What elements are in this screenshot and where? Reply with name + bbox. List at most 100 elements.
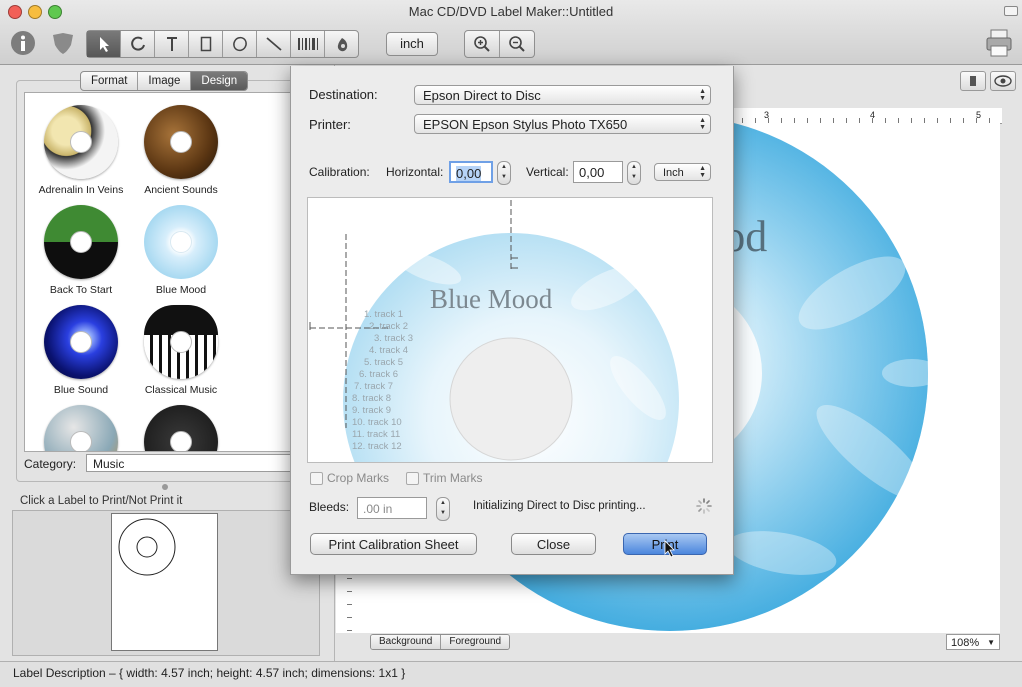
design-thumb-adrenalin-in-veins[interactable]: Adrenalin In Veins: [31, 105, 131, 196]
design-thumb-classical-music[interactable]: Classical Music: [131, 305, 231, 396]
mouse-cursor-icon: [664, 540, 678, 558]
design-thumb-partial[interactable]: [31, 405, 131, 451]
track-item: 6. track 6: [359, 369, 399, 380]
print-calibration-sheet-button[interactable]: Print Calibration Sheet: [310, 533, 477, 555]
close-button[interactable]: Close: [511, 533, 596, 555]
vertical-value: 0,00: [579, 165, 605, 180]
design-thumb-blue-mood[interactable]: Blue Mood: [131, 205, 231, 296]
track-item: 9. track 9: [352, 405, 392, 416]
splitter-handle[interactable]: [162, 484, 168, 490]
curve-tool-icon[interactable]: [121, 31, 155, 57]
trim-marks-label: Trim Marks: [423, 471, 483, 485]
print-selection-hint: Click a Label to Print/Not Print it: [20, 495, 183, 507]
printer-value: EPSON Epson Stylus Photo TX650: [423, 117, 628, 132]
track-list: 1. track 1 2. track 2 3. track 3 4. track 4…: [352, 309, 413, 453]
updown-arrows-icon: ▲ ▼: [699, 88, 706, 102]
select-tool-icon[interactable]: [87, 31, 121, 57]
crop-marks-checkbox[interactable]: [310, 472, 323, 485]
disc-image: [144, 205, 218, 279]
destination-select[interactable]: Epson Direct to Disc ▲ ▼: [414, 85, 711, 105]
bleeds-value: .00 in: [363, 502, 393, 516]
zoom-value: 108%: [951, 637, 980, 649]
tab-background[interactable]: Background: [371, 635, 442, 649]
layout-toggle-icon[interactable]: [960, 71, 986, 91]
zoom-controls: [464, 30, 535, 58]
eye-icon[interactable]: [990, 71, 1016, 91]
track-item: 1. track 1: [364, 309, 404, 320]
calibration-unit-value: Inch: [663, 167, 684, 179]
design-thumb-ancient-sounds[interactable]: Ancient Sounds: [131, 105, 231, 196]
trim-marks-checkbox[interactable]: [406, 472, 419, 485]
drawing-tools: [86, 30, 359, 58]
toolbar-toggle-button[interactable]: [1004, 6, 1018, 16]
design-label: Blue Mood: [155, 284, 207, 296]
category-label: Category:: [24, 457, 77, 471]
track-item: 10. track 10: [352, 417, 402, 428]
printer-icon[interactable]: [984, 28, 1014, 58]
layer-tabs: Background Foreground: [370, 634, 511, 650]
bleeds-stepper[interactable]: ▲ ▼: [436, 497, 450, 521]
updown-arrows-icon: ▲ ▼: [699, 165, 706, 179]
track-item: 3. track 3: [374, 333, 414, 344]
view-buttons: [960, 71, 1016, 91]
design-label: Adrenalin In Veins: [38, 184, 124, 196]
horizontal-value: 0,00: [456, 166, 482, 181]
bleeds-label: Bleeds:: [309, 500, 350, 514]
track-item: 8. track 8: [352, 393, 392, 404]
destination-value: Epson Direct to Disc: [423, 88, 541, 103]
calibration-preview: Blue Mood 1. track 1 2. track 2 3. track 3…: [307, 197, 713, 463]
zoom-in-icon[interactable]: [465, 31, 500, 57]
track-item: 12. track 12: [352, 441, 402, 452]
printer-select[interactable]: EPSON Epson Stylus Photo TX650 ▲ ▼: [414, 114, 711, 134]
track-item: 7. track 7: [354, 381, 394, 392]
barcode-tool-icon[interactable]: [291, 31, 325, 57]
tab-design[interactable]: Design: [191, 72, 248, 90]
design-label: Blue Sound: [53, 384, 109, 396]
line-tool-icon[interactable]: [257, 31, 291, 57]
print-status-text: Initializing Direct to Disc printing...: [473, 500, 646, 512]
design-thumb-back-to-start[interactable]: Back To Start: [31, 205, 131, 296]
horizontal-field[interactable]: 0,00: [449, 161, 493, 183]
zoom-select[interactable]: 108% ▼: [946, 634, 1000, 650]
bleeds-field[interactable]: .00 in: [357, 497, 427, 519]
preview-disc-title: Blue Mood: [430, 284, 553, 314]
disc-image: [44, 405, 118, 451]
design-label: Classical Music: [144, 384, 218, 396]
tab-image[interactable]: Image: [138, 72, 192, 90]
crop-marks-label: Crop Marks: [327, 471, 390, 485]
unit-button[interactable]: inch: [386, 32, 438, 56]
disc-image: [44, 105, 118, 179]
spinner-icon: [696, 498, 712, 514]
calibration-label: Calibration:: [309, 165, 370, 179]
vertical-field[interactable]: 0,00: [573, 161, 623, 183]
zoom-out-icon[interactable]: [500, 31, 534, 57]
panel-tabs: Format Image Design: [80, 71, 249, 91]
fill-tool-icon[interactable]: [325, 31, 358, 57]
vertical-label: Vertical:: [526, 165, 569, 179]
design-thumb-blue-sound[interactable]: Blue Sound: [31, 305, 131, 396]
disc-image: [144, 105, 218, 179]
track-item: 2. track 2: [369, 321, 409, 332]
disc-image: [144, 305, 218, 379]
track-item: 4. track 4: [369, 345, 409, 356]
calibration-unit-select[interactable]: Inch ▲ ▼: [654, 163, 711, 181]
horizontal-stepper[interactable]: ▲ ▼: [497, 161, 511, 185]
window-title: Mac CD/DVD Label Maker::Untitled: [408, 4, 614, 19]
disc-image: [144, 405, 218, 451]
track-item: 11. track 11: [352, 429, 401, 440]
tab-foreground[interactable]: Foreground: [441, 635, 510, 649]
shield-icon[interactable]: [50, 30, 76, 56]
text-tool-icon[interactable]: [155, 31, 189, 57]
updown-arrows-icon: ▲ ▼: [699, 117, 706, 131]
tab-format[interactable]: Format: [81, 72, 139, 90]
info-icon[interactable]: [10, 30, 36, 56]
vertical-stepper[interactable]: ▲ ▼: [627, 161, 641, 185]
rectangle-tool-icon[interactable]: [189, 31, 223, 57]
design-thumb-dark[interactable]: [131, 405, 231, 451]
ellipse-tool-icon[interactable]: [223, 31, 257, 57]
page-preview[interactable]: [111, 513, 218, 651]
design-gallery: Adrenalin In Veins Ancient Sounds Back T…: [24, 92, 324, 452]
chevron-down-icon: ▼: [987, 638, 995, 647]
disc-image: [44, 305, 118, 379]
disc-image: [44, 205, 118, 279]
